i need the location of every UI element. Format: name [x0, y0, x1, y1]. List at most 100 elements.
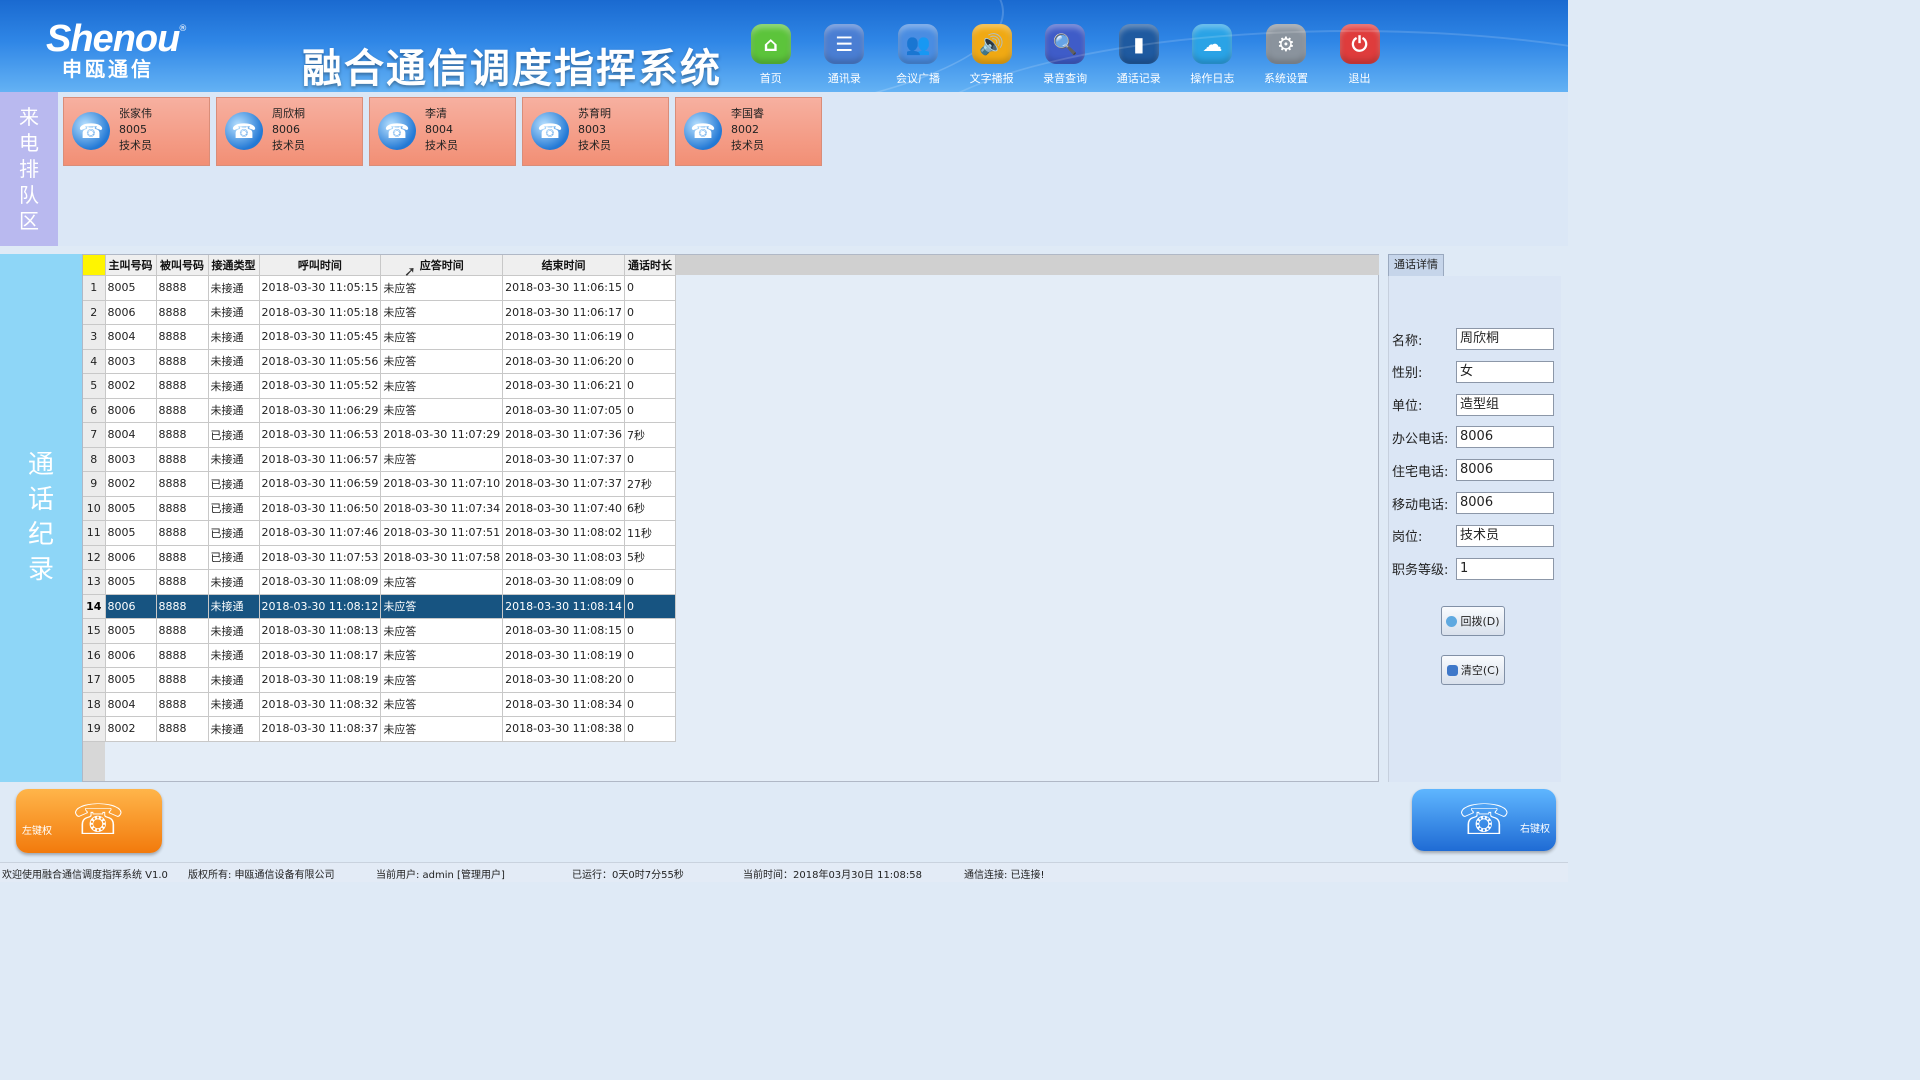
table-cell: 未应答 [380, 373, 504, 399]
table-row[interactable]: 5 8002 8888 未接通 2018-03-30 11:05:52 未应答 2018-0… [83, 373, 676, 399]
column-header[interactable]: 主叫号码 [105, 255, 157, 276]
table-cell: 8002 [105, 471, 157, 497]
table-cell: 8006 [105, 300, 157, 325]
detail-field-value[interactable]: 造型组 [1456, 393, 1554, 416]
tab-call-detail[interactable]: 通话详情 [1388, 254, 1444, 276]
table-row[interactable]: 4 8003 8888 未接通 2018-03-30 11:05:56 未应答 2018-0… [83, 349, 676, 374]
table-row[interactable]: 19 8002 8888 未接通 2018-03-30 11:08:37 未应答 2018-… [83, 716, 676, 742]
nav-item-2[interactable]: 👥 会议广播 [881, 24, 955, 86]
table-cell: 8888 [156, 496, 209, 521]
nav-item-8[interactable]: ⏻ 退出 [1323, 24, 1397, 86]
table-row[interactable]: 7 8004 8888 已接通 2018-03-30 11:06:53 2018-03-3… [83, 422, 676, 448]
header-bar: Shenou 申瓯通信 ® 融合通信调度指挥系统 ⌂ 首页 ☰ 通讯录 👥 会议广播 🔊 文字… [0, 0, 1568, 92]
column-header[interactable]: 接通类型 [208, 255, 260, 276]
table-cell: 2018-03-30 11:07:37 [502, 447, 625, 472]
table-row[interactable]: 13 8005 8888 未接通 2018-03-30 11:08:09 未应答 2018-… [83, 569, 676, 595]
table-cell: 5秒 [624, 545, 676, 570]
queue-card[interactable]: ☎ 周欣桐 8006 技术员 [216, 97, 363, 166]
table-cell: 0 [624, 594, 676, 619]
label-char: 排 [19, 157, 39, 181]
table-row[interactable]: 6 8006 8888 未接通 2018-03-30 11:06:29 未应答 2018-0… [83, 398, 676, 423]
search-icon: 🔍 [1045, 24, 1086, 64]
nav-item-1[interactable]: ☰ 通讯录 [808, 24, 882, 86]
table-row[interactable]: 14 8006 8888 未接通 2018-03-30 11:08:12 未应答 2018-… [83, 594, 676, 619]
table-row[interactable]: 12 8006 8888 已接通 2018-03-30 11:07:53 2018-03-… [83, 545, 676, 570]
nav-item-6[interactable]: ☁ 操作日志 [1176, 24, 1250, 86]
table-row[interactable]: 18 8004 8888 未接通 2018-03-30 11:08:32 未应答 2018-… [83, 692, 676, 717]
nav-item-7[interactable]: ⚙ 系统设置 [1249, 24, 1323, 86]
table-cell: 2018-03-30 11:08:09 [259, 569, 382, 595]
table-cell: 未应答 [380, 569, 504, 595]
queue-card[interactable]: ☎ 张家伟 8005 技术员 [63, 97, 210, 166]
table-row[interactable]: 10 8005 8888 已接通 2018-03-30 11:06:50 2018-03-… [83, 496, 676, 521]
logo-text-en: Shenou [46, 18, 180, 60]
table-cell: 2018-03-30 11:05:18 [259, 300, 382, 325]
table-row[interactable]: 11 8005 8888 已接通 2018-03-30 11:07:46 2018-03-… [83, 520, 676, 546]
detail-field: 职务等级: 1 [1392, 557, 1554, 580]
call-records-label: 通话纪录 [0, 254, 82, 782]
right-handset-button[interactable]: ☏ 右键权 [1412, 789, 1556, 851]
table-cell: 2018-03-30 11:08:09 [502, 569, 625, 595]
queue-card[interactable]: ☎ 李国睿 8002 技术员 [675, 97, 822, 166]
detail-field-label: 岗位: [1392, 530, 1423, 546]
table-row[interactable]: 15 8005 8888 未接通 2018-03-30 11:08:13 未应答 2018-… [83, 618, 676, 644]
detail-field-value[interactable]: 周欣桐 [1456, 328, 1554, 350]
column-header[interactable]: 应答时间 [380, 255, 504, 276]
nav-item-3[interactable]: 🔊 文字播报 [955, 24, 1029, 86]
table-row[interactable]: 8 8003 8888 未接通 2018-03-30 11:06:57 未应答 2018-0… [83, 447, 676, 472]
table-cell: 未接通 [208, 716, 260, 742]
detail-field: 办公电话: 8006 [1392, 426, 1554, 449]
table-cell: 2018-03-30 11:08:12 [259, 594, 382, 619]
table-cell: 2018-03-30 11:07:05 [502, 398, 625, 423]
queue-card[interactable]: ☎ 李清 8004 技术员 [369, 97, 516, 166]
detail-field-value[interactable]: 8006 [1456, 426, 1554, 449]
label-char: 队 [19, 183, 39, 207]
left-handset-button[interactable]: ☏ 左键权 [16, 789, 162, 853]
detail-field-value[interactable]: 技术员 [1456, 524, 1554, 547]
callback-button[interactable]: 回拨(D) [1441, 606, 1505, 636]
table-cell: 8888 [156, 300, 209, 325]
table-cell: 2018-03-30 11:08:32 [259, 692, 382, 717]
table-row[interactable]: 16 8006 8888 未接通 2018-03-30 11:08:17 未应答 2018-… [83, 643, 676, 668]
nav-item-0[interactable]: ⌂ 首页 [734, 24, 808, 86]
card-number: 8006 [272, 123, 300, 136]
nav-label: 操作日志 [1190, 72, 1235, 85]
queue-card[interactable]: ☎ 苏育明 8003 技术员 [522, 97, 669, 166]
column-header[interactable]: 呼叫时间 [259, 255, 382, 276]
call-records-grid[interactable]: 主叫号码 被叫号码 接通类型 呼叫时间 应答时间 结束时间 通话时长 1 8005 8888 未接… [82, 254, 1379, 782]
nav-item-4[interactable]: 🔍 录音查询 [1028, 24, 1102, 86]
gear-icon: ⚙ [1265, 24, 1306, 64]
table-row[interactable]: 1 8005 8888 未接通 2018-03-30 11:05:15 未应答 2018-0… [83, 275, 676, 301]
table-row[interactable]: 3 8004 8888 未接通 2018-03-30 11:05:45 未应答 2018-0… [83, 324, 676, 350]
table-cell: 未接通 [208, 398, 260, 423]
queue-card-info: 苏育明 8003 技术员 [578, 106, 611, 154]
table-row[interactable]: 9 8002 8888 已接通 2018-03-30 11:06:59 2018-03-3… [83, 471, 676, 497]
card-number: 8003 [578, 123, 606, 136]
table-cell: 8005 [105, 496, 157, 521]
detail-field: 住宅电话: 8006 [1392, 459, 1554, 482]
detail-field-value[interactable]: 8006 [1456, 459, 1554, 482]
main-nav: ⌂ 首页 ☰ 通讯录 👥 会议广播 🔊 文字播报 🔍 录音查询 ▮ 通话记录 ☁ 操作日志 ⚙ 系统设置 ⏻ 退出 [734, 24, 1396, 86]
table-cell: 未接通 [208, 275, 260, 301]
table-cell: 8002 [105, 716, 157, 742]
column-header[interactable]: 被叫号码 [156, 255, 209, 276]
detail-field-value[interactable]: 1 [1456, 557, 1554, 580]
table-cell: 8004 [105, 692, 157, 717]
table-row[interactable]: 17 8005 8888 未接通 2018-03-30 11:08:19 未应答 2018-… [83, 667, 676, 693]
table-cell: 8888 [156, 667, 209, 693]
clear-icon [1446, 664, 1458, 676]
table-cell: 2018-03-30 11:06:29 [259, 398, 382, 423]
table-row[interactable]: 2 8006 8888 未接通 2018-03-30 11:05:18 未应答 2018-0… [83, 300, 676, 325]
detail-field-value[interactable]: 女 [1456, 360, 1554, 383]
column-header[interactable]: 结束时间 [502, 255, 625, 276]
table-cell: 未接通 [208, 667, 260, 693]
nav-item-5[interactable]: ▮ 通话记录 [1102, 24, 1176, 86]
detail-field-value[interactable]: 8006 [1456, 492, 1554, 514]
detail-field: 单位: 造型组 [1392, 393, 1554, 416]
table-cell: 2018-03-30 11:07:29 [380, 422, 504, 448]
table-cell: 8888 [156, 422, 209, 448]
table-cell: 0 [624, 373, 676, 399]
clear-button[interactable]: 清空(C) [1441, 655, 1505, 685]
table-cell: 0 [624, 349, 676, 374]
column-header[interactable]: 通话时长 [624, 255, 676, 276]
